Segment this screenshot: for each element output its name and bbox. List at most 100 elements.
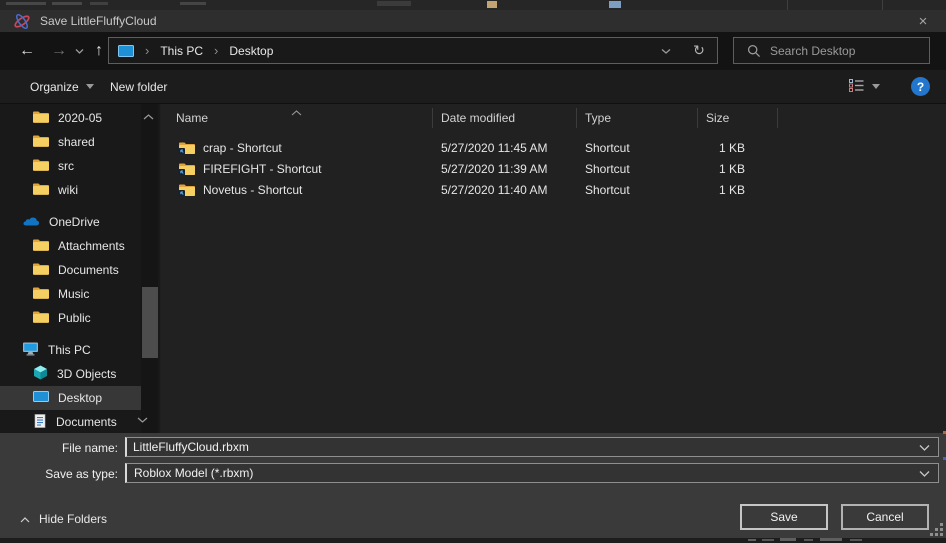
address-bar[interactable]: › This PC › Desktop ↻	[108, 37, 718, 64]
background-fragment	[850, 539, 862, 541]
file-name: crap - Shortcut	[203, 137, 282, 158]
chevron-down-icon[interactable]	[919, 444, 930, 451]
folder-tree: 2020-05 shared src wiki OneDrive Attac	[0, 106, 141, 434]
column-divider[interactable]	[576, 108, 577, 128]
file-name: FIREFIGHT - Shortcut	[203, 158, 321, 179]
background-fragment	[6, 2, 46, 5]
sidebar-item-onedrive[interactable]: OneDrive	[0, 210, 141, 234]
sidebar-item-label: Attachments	[58, 239, 125, 253]
save-as-type-combobox[interactable]: Roblox Model (*.rbxm)	[125, 463, 939, 483]
3d-cube-icon	[33, 365, 48, 383]
resize-grip-icon[interactable]	[935, 533, 938, 536]
sidebar-item-public[interactable]: Public	[0, 306, 141, 330]
column-divider[interactable]	[777, 108, 778, 128]
back-button[interactable]: ←	[12, 32, 42, 70]
chevron-down-icon[interactable]	[919, 470, 930, 477]
folder-icon	[33, 311, 49, 326]
cancel-button[interactable]: Cancel	[841, 504, 929, 530]
search-input[interactable]	[770, 44, 929, 58]
title-bar[interactable]: Save LittleFluffyCloud ×	[0, 10, 946, 32]
search-icon	[747, 44, 761, 58]
sidebar-item-label: src	[58, 159, 74, 173]
sidebar-item-2020-05[interactable]: 2020-05	[0, 106, 141, 130]
forward-button[interactable]: →	[44, 32, 74, 70]
background-fragment	[90, 2, 108, 5]
background-window-bottom-strip	[0, 538, 946, 543]
folder-icon	[33, 263, 49, 278]
file-type: Shortcut	[585, 179, 630, 200]
file-name-combobox[interactable]	[125, 437, 939, 457]
column-header-type[interactable]: Type	[585, 111, 611, 125]
resize-grip-icon[interactable]	[940, 523, 943, 526]
resize-grip-icon[interactable]	[940, 533, 943, 536]
resize-grip-icon[interactable]	[935, 528, 938, 531]
resize-grip-icon[interactable]	[930, 533, 933, 536]
sidebar-scrollbar-thumb[interactable]	[142, 287, 158, 358]
refresh-button[interactable]: ↻	[681, 42, 717, 59]
file-row-firefight-shortcut[interactable]: FIREFIGHT - Shortcut 5/27/2020 11:39 AM …	[161, 158, 946, 179]
column-header-size[interactable]: Size	[706, 111, 729, 125]
sidebar-item-src[interactable]: src	[0, 154, 141, 178]
sidebar-item-shared[interactable]: shared	[0, 130, 141, 154]
help-button[interactable]: ?	[911, 77, 930, 96]
column-divider[interactable]	[432, 108, 433, 128]
close-button[interactable]: ×	[906, 10, 940, 32]
document-icon	[33, 414, 47, 431]
background-fragment	[748, 539, 756, 541]
save-as-type-value: Roblox Model (*.rbxm)	[127, 466, 253, 480]
organize-button[interactable]: Organize	[30, 70, 94, 103]
details-view-icon	[849, 79, 864, 95]
search-box[interactable]	[733, 37, 930, 64]
scroll-up-icon[interactable]	[143, 109, 154, 123]
background-fragment	[487, 1, 497, 8]
sidebar-item-this-pc[interactable]: This PC	[0, 338, 141, 362]
sidebar-item-label: shared	[58, 135, 95, 149]
background-divider	[787, 0, 788, 10]
background-fragment	[780, 538, 796, 541]
sidebar-item-desktop[interactable]: Desktop	[0, 386, 141, 410]
folder-icon	[33, 183, 49, 198]
onedrive-cloud-icon	[22, 215, 40, 229]
address-dropdown-chevron-icon[interactable]	[651, 48, 681, 54]
resize-grip-icon[interactable]	[940, 528, 943, 531]
breadcrumb-desktop[interactable]: Desktop	[229, 44, 273, 58]
background-fragment	[804, 539, 813, 541]
sidebar-item-attachments[interactable]: Attachments	[0, 234, 141, 258]
change-view-button[interactable]	[849, 70, 880, 103]
file-name: Novetus - Shortcut	[203, 179, 302, 200]
file-type: Shortcut	[585, 137, 630, 158]
background-window-top-strip	[0, 0, 946, 10]
sidebar-item-label: 3D Objects	[57, 367, 116, 381]
shortcut-folder-icon	[178, 137, 196, 158]
hide-folders-button[interactable]: Hide Folders	[20, 512, 107, 526]
sidebar-item-music[interactable]: Music	[0, 282, 141, 306]
background-divider	[882, 0, 883, 10]
sidebar-item-wiki[interactable]: wiki	[0, 178, 141, 202]
file-date-modified: 5/27/2020 11:40 AM	[441, 179, 548, 200]
breadcrumb-separator-icon: ›	[145, 43, 149, 58]
this-pc-icon	[118, 45, 134, 57]
column-header-name[interactable]: Name	[176, 111, 208, 125]
file-date-modified: 5/27/2020 11:45 AM	[441, 137, 548, 158]
sidebar-item-3d-objects[interactable]: 3D Objects	[0, 362, 141, 386]
computer-icon	[22, 342, 39, 359]
sidebar-item-label: This PC	[48, 343, 91, 357]
column-divider[interactable]	[697, 108, 698, 128]
save-options-panel: File name: Save as type: Roblox Model (*…	[0, 433, 946, 538]
sidebar-item-documents[interactable]: Documents	[0, 410, 141, 434]
folder-icon	[33, 111, 49, 126]
background-fragment	[180, 2, 206, 5]
sidebar-item-documents-onedrive[interactable]: Documents	[0, 258, 141, 282]
breadcrumb-separator-icon: ›	[214, 43, 218, 58]
file-row-crap-shortcut[interactable]: crap - Shortcut 5/27/2020 11:45 AM Short…	[161, 137, 946, 158]
file-row-novetus-shortcut[interactable]: Novetus - Shortcut 5/27/2020 11:40 AM Sh…	[161, 179, 946, 200]
column-header-date-modified[interactable]: Date modified	[441, 111, 515, 125]
sidebar-scrollbar-track[interactable]	[141, 104, 158, 433]
new-folder-button[interactable]: New folder	[110, 70, 167, 103]
breadcrumb-this-pc[interactable]: This PC	[160, 44, 203, 58]
file-name-input[interactable]	[127, 439, 938, 455]
sidebar-item-label: wiki	[58, 183, 78, 197]
sidebar-item-label: Public	[58, 311, 91, 325]
save-button[interactable]: Save	[740, 504, 828, 530]
shortcut-folder-icon	[178, 158, 196, 179]
